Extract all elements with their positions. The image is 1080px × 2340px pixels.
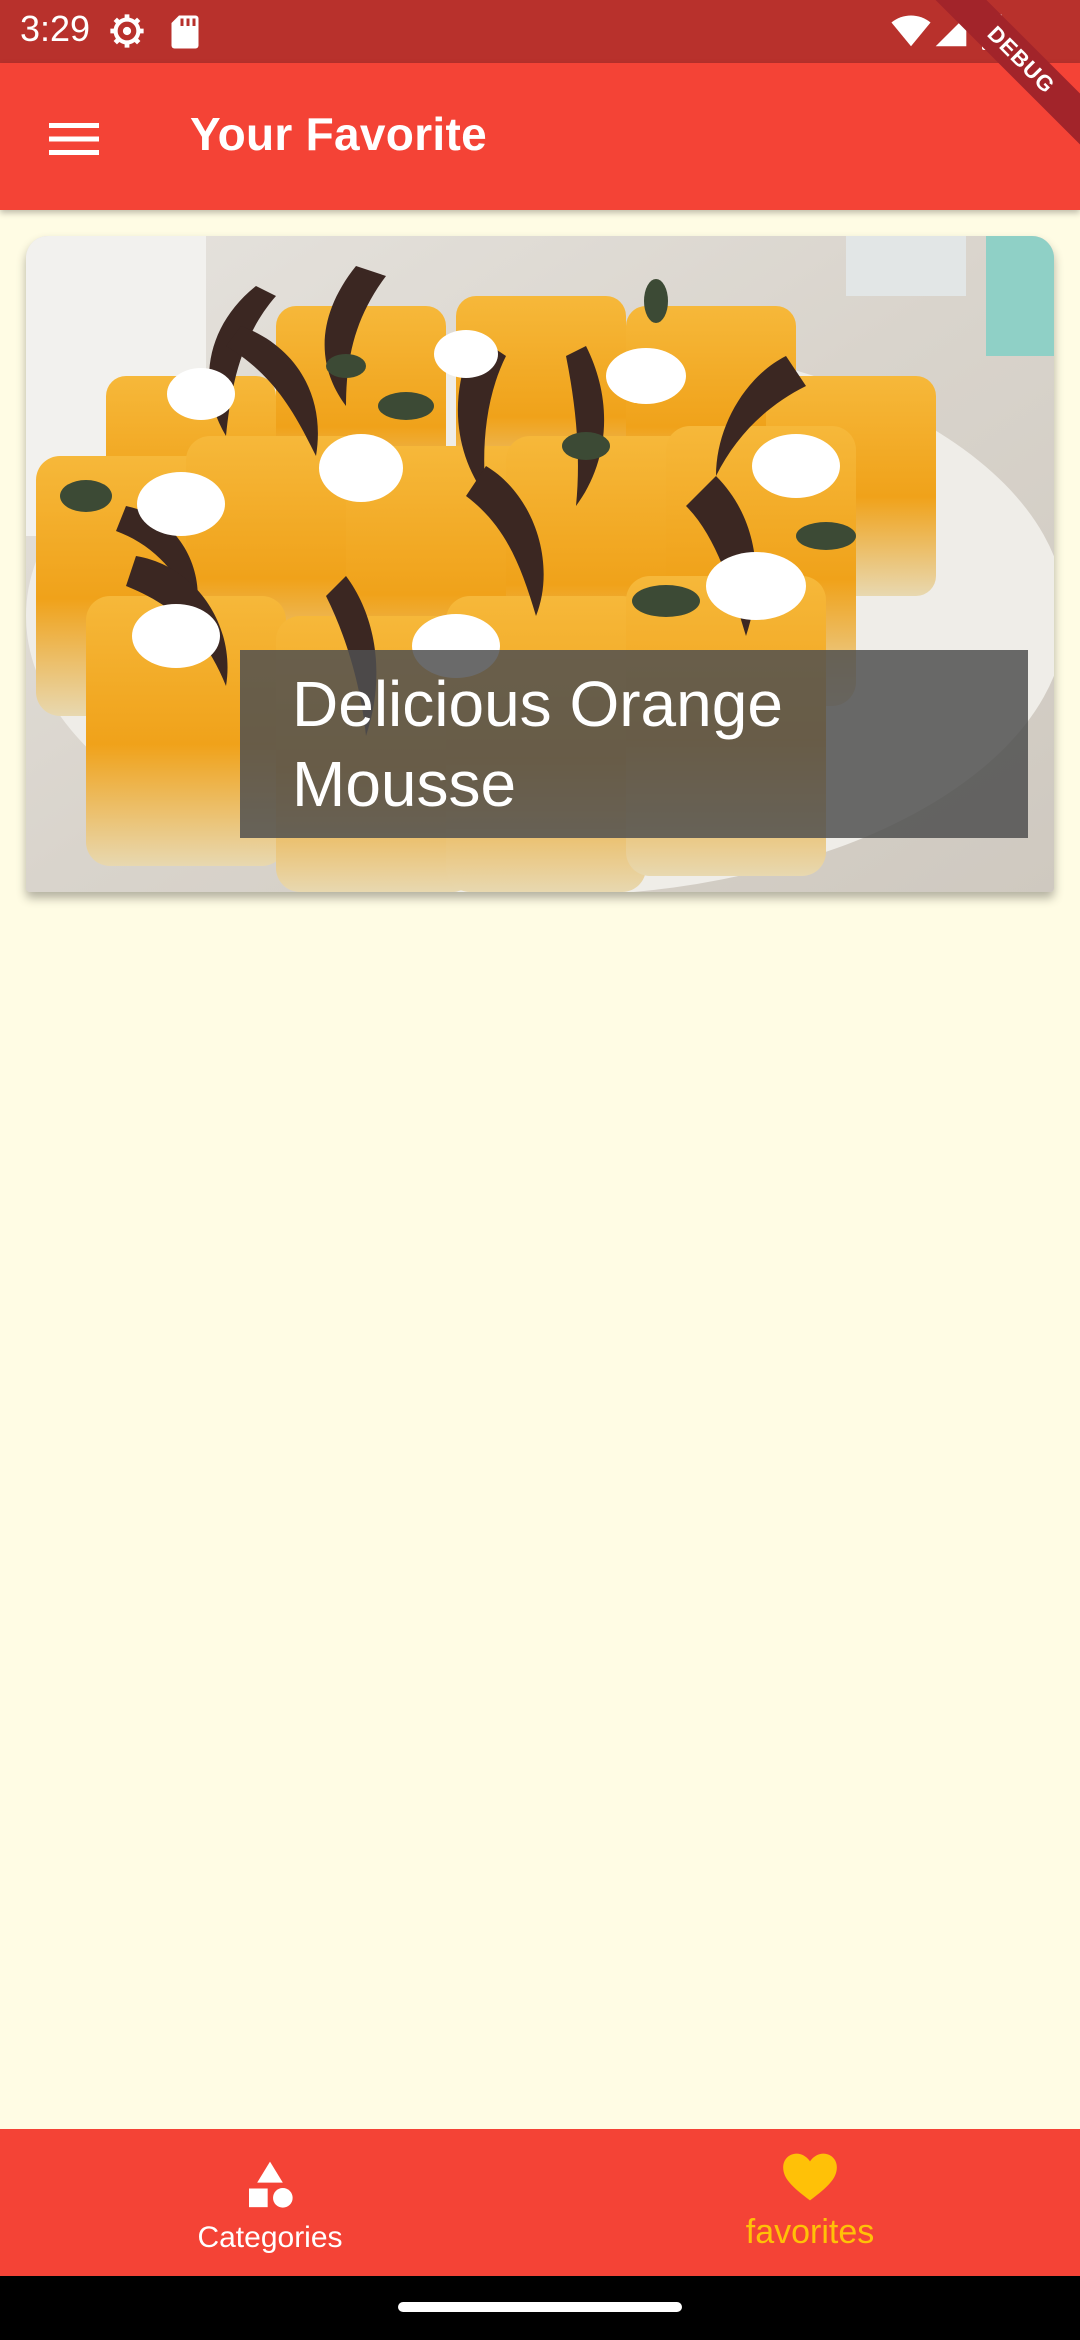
wifi-icon xyxy=(891,15,931,47)
heart-icon xyxy=(783,2153,837,2201)
status-bar: 3:29 xyxy=(0,0,1080,63)
meal-card[interactable]: Delicious Orange Mousse xyxy=(26,236,1054,892)
settings-icon xyxy=(110,14,144,48)
system-navigation-bar xyxy=(0,2276,1080,2340)
page-title: Your Favorite xyxy=(190,108,487,160)
menu-button[interactable] xyxy=(36,101,112,177)
nav-label-favorites: favorites xyxy=(745,2213,875,2251)
nav-item-favorites[interactable]: favorites xyxy=(540,2129,1080,2276)
bottom-navigation-bar: Categories favorites xyxy=(0,2129,1080,2276)
meal-title-overlay: Delicious Orange Mousse xyxy=(240,650,1028,838)
status-time: 3:29 xyxy=(20,8,91,49)
nav-item-categories[interactable]: Categories xyxy=(0,2129,540,2276)
meal-title: Delicious Orange Mousse xyxy=(292,668,783,820)
nav-label-categories: Categories xyxy=(197,2221,343,2254)
hamburger-menu-icon xyxy=(49,123,99,155)
categories-shapes-icon xyxy=(249,2161,293,2208)
home-gesture-handle[interactable] xyxy=(398,2302,682,2312)
sd-card-icon xyxy=(171,15,199,49)
app-bar: Your Favorite xyxy=(0,63,1080,210)
